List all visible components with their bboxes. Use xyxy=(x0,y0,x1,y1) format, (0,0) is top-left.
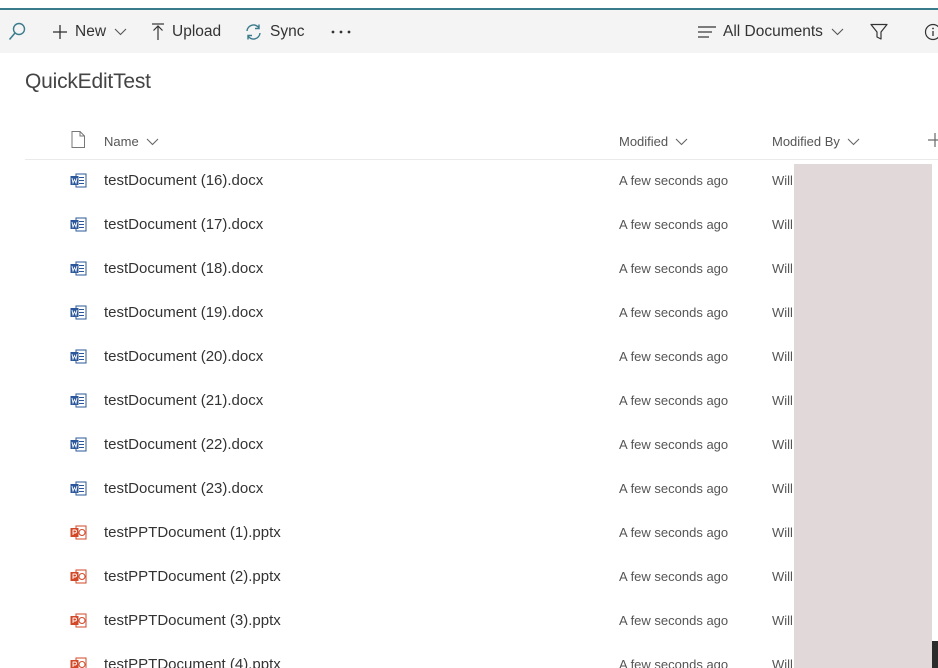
search-button[interactable] xyxy=(8,10,26,53)
filter-funnel-icon xyxy=(870,23,888,41)
file-modified-text: A few seconds ago xyxy=(619,657,729,668)
file-name-link[interactable]: testDocument (20).docx xyxy=(104,335,263,379)
file-modified-text: A few seconds ago xyxy=(619,437,729,452)
file-modified-text: A few seconds ago xyxy=(619,525,729,540)
file-modified-text: A few seconds ago xyxy=(619,261,729,276)
file-modified-text: A few seconds ago xyxy=(619,305,729,320)
upload-button-label: Upload xyxy=(172,22,222,40)
chevron-down-icon xyxy=(847,134,860,149)
word-file-icon xyxy=(70,261,87,276)
word-file-icon xyxy=(70,349,87,364)
file-name-link[interactable]: testPPTDocument (3).pptx xyxy=(104,599,281,643)
file-name-link[interactable]: testDocument (23).docx xyxy=(104,467,263,511)
plus-icon xyxy=(52,24,68,40)
ellipsis-icon xyxy=(330,29,352,35)
modified-column-header[interactable]: Modified xyxy=(619,122,688,160)
new-button-label: New xyxy=(75,22,107,40)
file-modified-by-text[interactable]: Will xyxy=(772,511,793,555)
file-modified-by-text[interactable]: Will xyxy=(772,643,793,668)
word-file-icon xyxy=(70,393,87,408)
file-modified-by-text[interactable]: Will xyxy=(772,203,793,247)
upload-arrow-icon xyxy=(151,22,165,41)
file-modified-text: A few seconds ago xyxy=(619,393,729,408)
file-modified-by-text[interactable]: Will xyxy=(772,467,793,511)
sync-icon xyxy=(244,23,263,41)
word-file-icon xyxy=(70,437,87,452)
document-outline-icon xyxy=(71,131,85,151)
info-icon xyxy=(924,23,938,41)
view-selector-label: All Documents xyxy=(723,22,823,40)
chevron-down-icon xyxy=(114,28,127,36)
page-title: QuickEditTest xyxy=(25,70,151,93)
file-name-link[interactable]: testDocument (18).docx xyxy=(104,247,263,291)
file-modified-by-text[interactable]: Will xyxy=(772,555,793,599)
powerpoint-file-icon xyxy=(70,569,87,584)
modified-by-column-header[interactable]: Modified By xyxy=(772,122,860,160)
powerpoint-file-icon xyxy=(70,657,87,668)
file-modified-text: A few seconds ago xyxy=(619,217,729,232)
more-actions-button[interactable] xyxy=(330,10,352,53)
file-modified-by-text[interactable]: Will xyxy=(772,599,793,643)
file-name-link[interactable]: testDocument (19).docx xyxy=(104,291,263,335)
word-file-icon xyxy=(70,173,87,188)
view-selector-button[interactable]: All Documents xyxy=(698,10,844,53)
file-modified-by-text[interactable]: Will xyxy=(772,247,793,291)
sync-button-label: Sync xyxy=(270,22,305,40)
powerpoint-file-icon xyxy=(70,525,87,540)
filter-button[interactable] xyxy=(870,10,888,53)
redacted-region xyxy=(794,164,932,668)
sync-button[interactable]: Sync xyxy=(244,10,304,53)
file-type-column-header[interactable] xyxy=(71,122,85,160)
file-name-link[interactable]: testPPTDocument (2).pptx xyxy=(104,555,281,599)
new-button[interactable]: New xyxy=(52,10,127,53)
file-modified-text: A few seconds ago xyxy=(619,481,729,496)
file-modified-by-text[interactable]: Will xyxy=(772,159,793,203)
plus-icon xyxy=(928,132,938,150)
powerpoint-file-icon xyxy=(70,613,87,628)
file-modified-text: A few seconds ago xyxy=(619,613,729,628)
suite-bar-accent xyxy=(0,0,938,10)
upload-button[interactable]: Upload xyxy=(151,10,221,53)
file-modified-by-text[interactable]: Will xyxy=(772,379,793,423)
chevron-down-icon xyxy=(675,134,688,149)
name-column-header[interactable]: Name xyxy=(104,122,159,160)
word-file-icon xyxy=(70,481,87,496)
file-modified-text: A few seconds ago xyxy=(619,349,729,364)
file-modified-by-text[interactable]: Will xyxy=(772,423,793,467)
file-modified-by-text[interactable]: Will xyxy=(772,335,793,379)
modified-column-label: Modified xyxy=(619,133,669,149)
file-name-link[interactable]: testDocument (16).docx xyxy=(104,159,263,203)
file-modified-text: A few seconds ago xyxy=(619,569,729,584)
add-column-button[interactable] xyxy=(928,122,938,160)
file-name-link[interactable]: testDocument (17).docx xyxy=(104,203,263,247)
file-modified-by-text[interactable]: Will xyxy=(772,291,793,335)
chevron-down-icon xyxy=(831,28,844,36)
command-bar: New Upload Sync All Documents xyxy=(0,10,938,53)
list-lines-icon xyxy=(698,25,716,39)
info-button[interactable] xyxy=(924,10,938,53)
file-name-link[interactable]: testPPTDocument (4).pptx xyxy=(104,643,281,668)
chevron-down-icon xyxy=(146,134,159,149)
file-modified-text: A few seconds ago xyxy=(619,173,729,188)
list-header: Name Modified Modified By xyxy=(25,122,938,160)
word-file-icon xyxy=(70,305,87,320)
modified-by-column-label: Modified By xyxy=(772,133,840,149)
name-column-label: Name xyxy=(104,133,139,149)
file-name-link[interactable]: testDocument (21).docx xyxy=(104,379,263,423)
word-file-icon xyxy=(70,217,87,232)
file-name-link[interactable]: testDocument (22).docx xyxy=(104,423,263,467)
file-name-link[interactable]: testPPTDocument (1).pptx xyxy=(104,511,281,555)
scrollbar-thumb[interactable] xyxy=(932,641,938,668)
search-icon xyxy=(8,22,26,42)
